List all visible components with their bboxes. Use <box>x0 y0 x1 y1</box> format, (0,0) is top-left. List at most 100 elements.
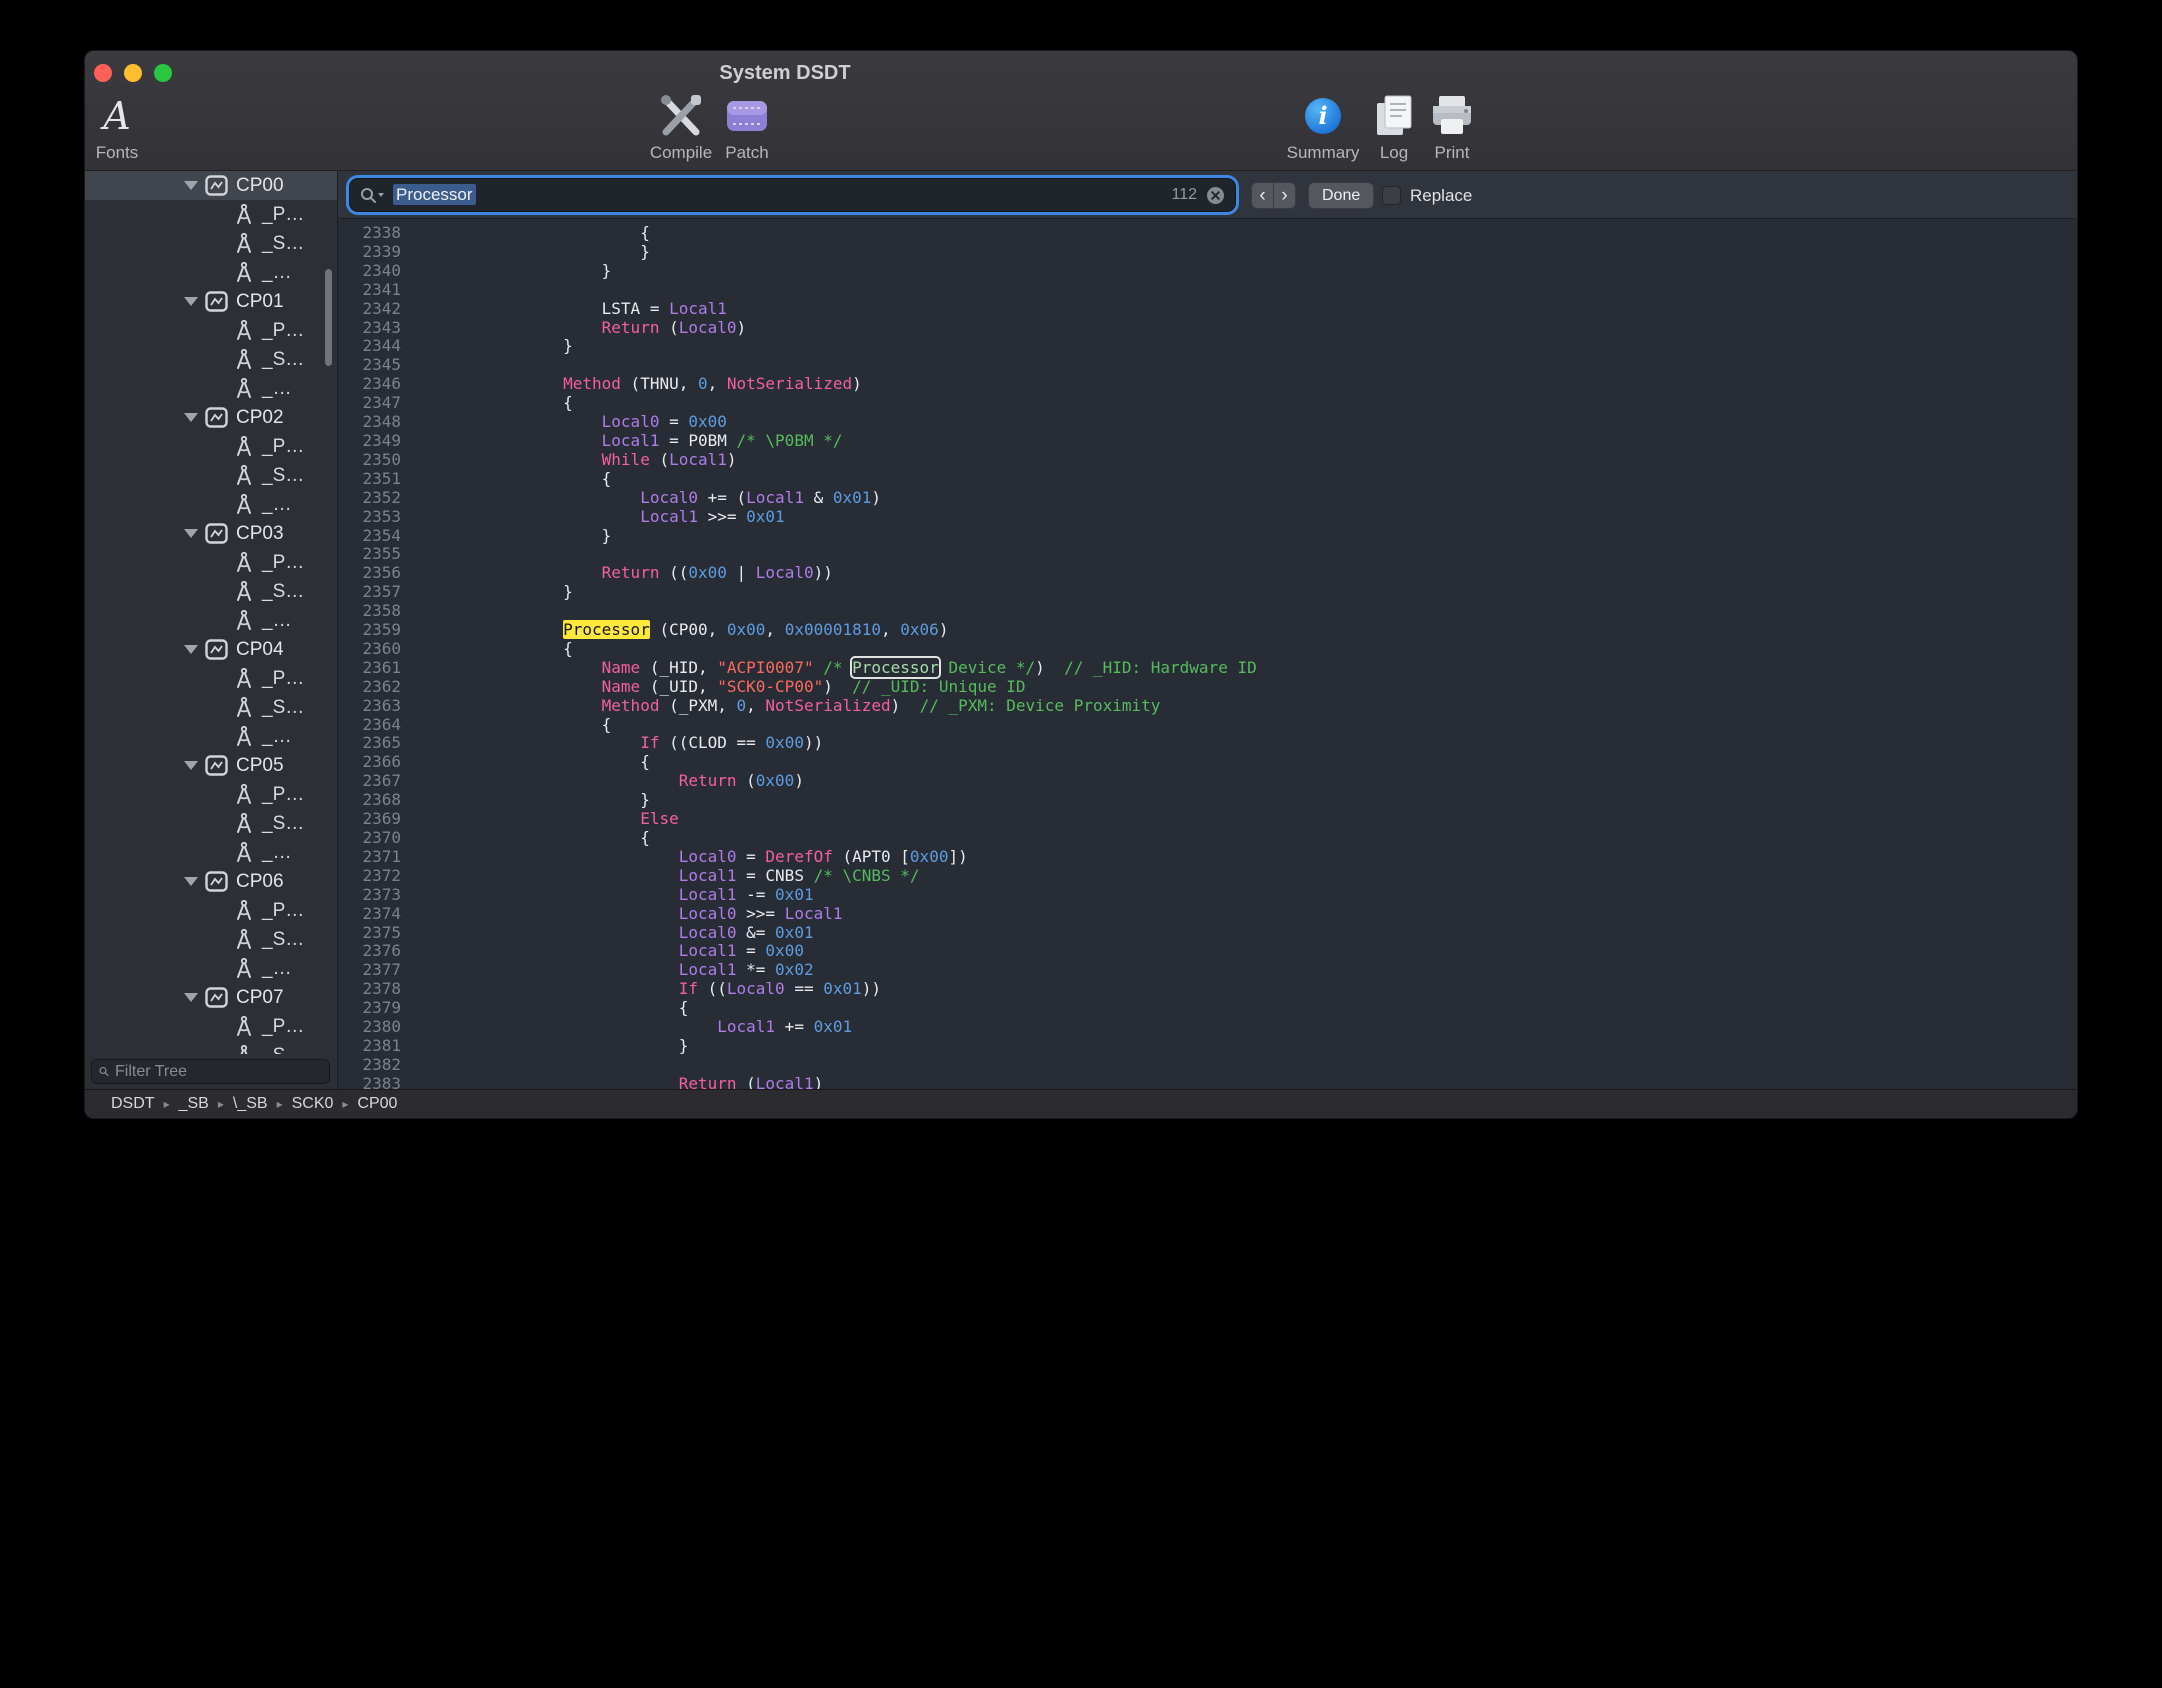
breadcrumb-item[interactable]: CP00 <box>357 1095 397 1113</box>
tree-item[interactable]: _S… <box>85 345 337 374</box>
tree-item-cp04[interactable]: CP04 <box>85 635 337 664</box>
tree-item[interactable]: _S… <box>85 925 337 954</box>
toolbar-fonts-button[interactable]: A Fonts <box>84 91 177 163</box>
code-text <box>401 545 409 564</box>
code-line: 2365 If ((CLOD == 0x00)) <box>338 734 2077 753</box>
done-button[interactable]: Done <box>1308 182 1374 209</box>
tree-item[interactable]: _P… <box>85 316 337 345</box>
filter-field[interactable] <box>91 1059 330 1084</box>
find-field[interactable]: Processor 112 <box>350 179 1235 211</box>
code-editor[interactable]: 2338 {2339 }2340 }23412342 LSTA = Local1… <box>338 219 2077 1089</box>
tree-item[interactable]: _P… <box>85 664 337 693</box>
line-number: 2345 <box>338 356 401 375</box>
code-line: 2345 <box>338 356 2077 375</box>
disclosure-triangle-icon[interactable] <box>184 993 198 1002</box>
code-line: 2346 Method (THNU, 0, NotSerialized) <box>338 375 2077 394</box>
line-number: 2348 <box>338 413 401 432</box>
tree-item-cp02[interactable]: CP02 <box>85 403 337 432</box>
line-number: 2352 <box>338 489 401 508</box>
tree-item-cp05[interactable]: CP05 <box>85 751 337 780</box>
breadcrumb-item[interactable]: _SB <box>179 1095 209 1113</box>
tree-item[interactable]: _P… <box>85 548 337 577</box>
scope-icon <box>205 639 228 660</box>
tree-item[interactable]: _S… <box>85 809 337 838</box>
tree-item[interactable]: _P… <box>85 432 337 461</box>
tree-item[interactable]: _… <box>85 954 337 983</box>
sidebar-tree[interactable]: CP00_P…_S…_…CP01_P…_S…_…CP02_P…_S…_…CP03… <box>85 171 337 1054</box>
tree-item[interactable]: _… <box>85 606 337 635</box>
disclosure-triangle-icon[interactable] <box>184 645 198 654</box>
tree-item[interactable]: _S… <box>85 1041 337 1054</box>
line-number: 2344 <box>338 337 401 356</box>
tree-item[interactable]: _P… <box>85 780 337 809</box>
tree-item[interactable]: _… <box>85 374 337 403</box>
filter-input[interactable] <box>115 1063 322 1081</box>
tree-item-label: CP05 <box>236 755 284 777</box>
find-next-button[interactable]: › <box>1273 182 1296 209</box>
disclosure-triangle-icon[interactable] <box>184 297 198 306</box>
disclosure-triangle-icon[interactable] <box>184 413 198 422</box>
tree-item-cp06[interactable]: CP06 <box>85 867 337 896</box>
tree-item-cp01[interactable]: CP01 <box>85 287 337 316</box>
code-line: 2371 Local0 = DerefOf (APT0 [0x00]) <box>338 848 2077 867</box>
disclosure-triangle-icon[interactable] <box>184 529 198 538</box>
line-number: 2349 <box>338 432 401 451</box>
sidebar: CP00_P…_S…_…CP01_P…_S…_…CP02_P…_S…_…CP03… <box>85 171 338 1089</box>
tree-item[interactable]: _S… <box>85 461 337 490</box>
tree-item[interactable]: _S… <box>85 577 337 606</box>
tree-item[interactable]: _S… <box>85 693 337 722</box>
tree-item-cp07[interactable]: CP07 <box>85 983 337 1012</box>
close-button[interactable] <box>94 64 112 82</box>
tree-item[interactable]: _… <box>85 722 337 751</box>
code-text: { <box>401 716 611 735</box>
tree-item-label: _P… <box>262 668 304 690</box>
code-text: Local0 = DerefOf (APT0 [0x00]) <box>401 848 968 867</box>
tree-item-label: CP07 <box>236 987 284 1009</box>
find-previous-button[interactable]: ‹ <box>1251 182 1274 209</box>
clear-search-icon[interactable] <box>1206 186 1225 205</box>
sidebar-scrollbar-thumb[interactable] <box>325 269 332 366</box>
line-number: 2353 <box>338 508 401 527</box>
line-number: 2376 <box>338 942 401 961</box>
code-line: 2367 Return (0x00) <box>338 772 2077 791</box>
code-text: } <box>401 337 573 356</box>
breadcrumb-item[interactable]: \_SB <box>233 1095 268 1113</box>
tree-item[interactable]: _S… <box>85 229 337 258</box>
replace-checkbox[interactable] <box>1382 186 1401 205</box>
compass-icon <box>234 348 254 371</box>
disclosure-triangle-icon[interactable] <box>184 181 198 190</box>
code-line: 2355 <box>338 545 2077 564</box>
breadcrumb-item[interactable]: DSDT <box>111 1095 155 1113</box>
tree-item-label: _S… <box>262 697 304 719</box>
code-line: 2352 Local0 += (Local1 & 0x01) <box>338 489 2077 508</box>
compass-icon <box>234 203 254 226</box>
tree-item-label: _P… <box>262 552 304 574</box>
tree-item-cp03[interactable]: CP03 <box>85 519 337 548</box>
filter-magnifier-icon <box>99 1064 109 1079</box>
disclosure-triangle-icon[interactable] <box>184 761 198 770</box>
tree-item-label: _… <box>262 494 292 516</box>
tree-item[interactable]: _… <box>85 490 337 519</box>
minimize-button[interactable] <box>124 64 142 82</box>
tree-item[interactable]: _P… <box>85 200 337 229</box>
tree-item[interactable]: _… <box>85 258 337 287</box>
breadcrumb-item[interactable]: SCK0 <box>292 1095 334 1113</box>
compass-icon <box>234 435 254 458</box>
toolbar-patch-button[interactable]: Patch <box>687 91 807 163</box>
titlebar-toolbar[interactable]: System DSDT A Fonts Compile <box>85 51 2077 171</box>
zoom-button[interactable] <box>154 64 172 82</box>
compass-icon <box>234 1044 254 1054</box>
tree-item[interactable]: _… <box>85 838 337 867</box>
toolbar-print-button[interactable]: Print <box>1392 91 1512 163</box>
code-text: Return (Local1) <box>401 1075 823 1089</box>
compass-icon <box>234 464 254 487</box>
tree-item-cp00[interactable]: CP00 <box>85 171 337 200</box>
line-number: 2381 <box>338 1037 401 1056</box>
tree-item-label: _… <box>262 726 292 748</box>
scope-icon <box>205 291 228 312</box>
tree-item[interactable]: _P… <box>85 896 337 925</box>
find-query-text[interactable]: Processor <box>393 185 476 205</box>
disclosure-triangle-icon[interactable] <box>184 877 198 886</box>
tree-item[interactable]: _P… <box>85 1012 337 1041</box>
code-line: 2338 { <box>338 224 2077 243</box>
